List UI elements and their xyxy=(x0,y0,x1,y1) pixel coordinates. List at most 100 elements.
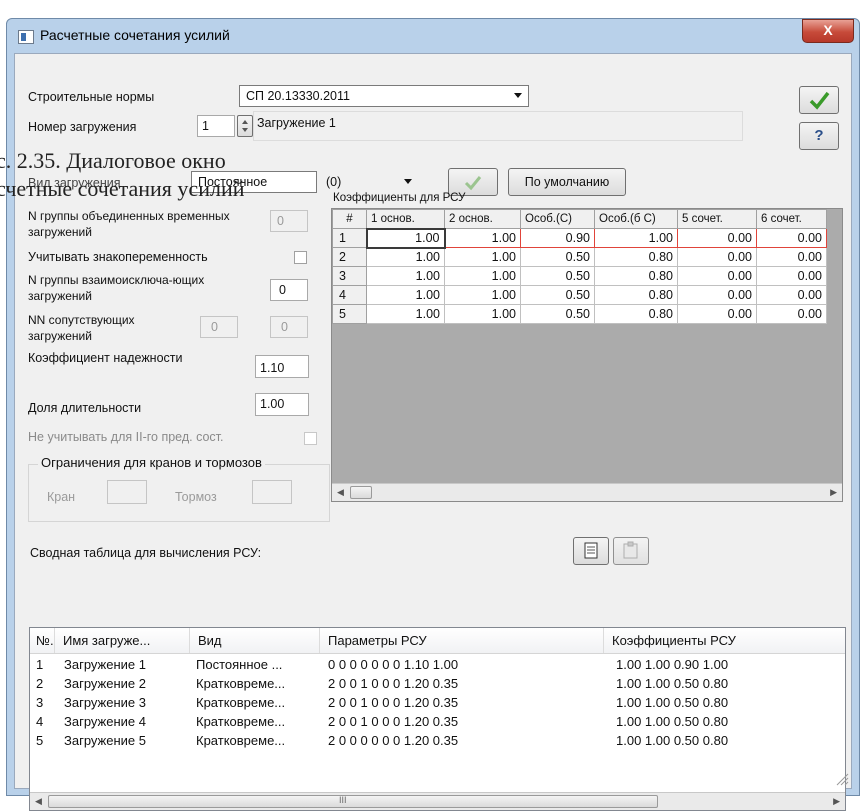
check-icon xyxy=(809,91,830,110)
coef-grid[interactable]: # 1 основ. 2 основ. Особ.(С) Особ.(б С) … xyxy=(331,208,843,502)
coef-cell[interactable]: 0.90 xyxy=(520,228,595,248)
document-icon xyxy=(584,542,598,559)
temp-groups-label: N группы объединенных временных загружен… xyxy=(28,209,230,239)
summary-col-num[interactable]: №. xyxy=(30,628,55,653)
accomp-value-2: 0 xyxy=(281,320,288,334)
scroll-left-icon[interactable]: ◀ xyxy=(337,487,344,498)
coef-cell[interactable]: 0.80 xyxy=(594,304,678,324)
coef-cell[interactable]: 0.00 xyxy=(677,266,757,286)
summary-row[interactable]: 2 Загружение 2 Кратковреме... 2 0 0 1 0 … xyxy=(30,674,845,693)
summary-cell: 2 0 0 1 0 0 0 1.20 0.35 xyxy=(328,714,459,729)
coef-cell[interactable]: 0.50 xyxy=(520,266,595,286)
coef-row-header: 4 xyxy=(332,285,367,305)
load-name-field[interactable] xyxy=(253,111,743,141)
close-button[interactable]: X xyxy=(802,19,854,43)
coef-cell[interactable]: 0.80 xyxy=(594,285,678,305)
load-number-spinner[interactable] xyxy=(237,115,253,137)
coef-cell[interactable]: 1.00 xyxy=(444,304,521,324)
summary-col-name[interactable]: Имя загруже... xyxy=(55,628,190,653)
coef-cell[interactable]: 1.00 xyxy=(366,266,445,286)
summary-cell: 1.00 1.00 0.50 0.80 xyxy=(616,695,729,710)
coef-cell[interactable]: 1.00 xyxy=(444,266,521,286)
load-group-value: (0) xyxy=(326,175,342,189)
coef-cell[interactable]: 0.00 xyxy=(756,247,827,267)
coef-cell[interactable]: 1.00 xyxy=(444,247,521,267)
title-bar[interactable]: Расчетные сочетания усилий X xyxy=(7,19,859,53)
summary-col-type[interactable]: Вид xyxy=(190,628,320,653)
accomp-field-1[interactable]: 0 xyxy=(200,316,238,338)
norms-select[interactable]: СП 20.13330.2011 xyxy=(239,85,529,107)
paste-button[interactable] xyxy=(613,537,649,565)
scroll-right-icon[interactable]: ▶ xyxy=(833,796,840,807)
help-button[interactable]: ? xyxy=(799,122,839,150)
load-number-value: 1 xyxy=(202,119,209,133)
coef-cell[interactable]: 1.00 xyxy=(366,304,445,324)
coef-row[interactable]: 5 1.00 1.00 0.50 0.80 0.00 0.00 xyxy=(332,304,827,324)
ignore-limit-checkbox[interactable] xyxy=(304,432,317,445)
coef-grid-scrollbar[interactable]: ◀ ▶ xyxy=(332,483,842,501)
summary-col-coefs[interactable]: Коэффициенты РСУ xyxy=(604,628,845,653)
summary-cell: 2 0 0 1 0 0 0 1.20 0.35 xyxy=(328,695,459,710)
summary-list[interactable]: №. Имя загруже... Вид Параметры РСУ Коэф… xyxy=(29,627,846,811)
coef-grid-scroll-thumb[interactable] xyxy=(350,486,372,499)
reliability-field[interactable]: 1.10 xyxy=(255,355,309,378)
coef-cell[interactable]: 1.00 xyxy=(366,247,445,267)
coef-cell[interactable]: 0.80 xyxy=(594,247,678,267)
coef-row[interactable]: 4 1.00 1.00 0.50 0.80 0.00 0.00 xyxy=(332,285,827,305)
coef-cell[interactable]: 0.00 xyxy=(677,247,757,267)
coef-row[interactable]: 1 1.00 1.00 0.90 1.00 0.00 0.00 xyxy=(332,227,827,249)
summary-row[interactable]: 5 Загружение 5 Кратковреме... 2 0 0 0 0 … xyxy=(30,731,845,750)
coef-cell[interactable]: 1.00 xyxy=(444,285,521,305)
resize-grip-icon[interactable] xyxy=(835,772,849,786)
default-button[interactable]: По умолчанию xyxy=(508,168,626,196)
coef-cell[interactable]: 0.80 xyxy=(594,266,678,286)
coef-header-cell: Особ.(б С) xyxy=(594,209,678,229)
coef-cell[interactable]: 0.00 xyxy=(756,266,827,286)
summary-scrollbar[interactable]: ◀ III ▶ xyxy=(30,792,845,810)
coef-cell[interactable]: 0.00 xyxy=(677,285,757,305)
summary-row[interactable]: 1 Загружение 1 Постоянное ... 0 0 0 0 0 … xyxy=(30,655,845,674)
summary-cell: 1 xyxy=(36,657,44,672)
mutex-field[interactable]: 0 xyxy=(270,279,308,301)
coef-row-header: 5 xyxy=(332,304,367,324)
coef-cell-selected[interactable]: 1.00 xyxy=(365,227,446,249)
coef-cell[interactable]: 1.00 xyxy=(594,228,678,248)
sign-checkbox[interactable] xyxy=(294,251,307,264)
brake-field[interactable] xyxy=(252,480,292,504)
coef-header-cell: 6 сочет. xyxy=(756,209,827,229)
duration-field[interactable]: 1.00 xyxy=(255,393,309,416)
coef-header-cell: # xyxy=(332,209,367,229)
summary-row[interactable]: 4 Загружение 4 Кратковреме... 2 0 0 1 0 … xyxy=(30,712,845,731)
coef-row[interactable]: 2 1.00 1.00 0.50 0.80 0.00 0.00 xyxy=(332,247,827,267)
summary-cell: 4 xyxy=(36,714,44,729)
scroll-left-icon[interactable]: ◀ xyxy=(35,796,42,807)
coef-row[interactable]: 3 1.00 1.00 0.50 0.80 0.00 0.00 xyxy=(332,266,827,286)
scroll-right-icon[interactable]: ▶ xyxy=(830,487,837,498)
brake-label: Тормоз xyxy=(175,490,217,504)
coef-cell[interactable]: 0.50 xyxy=(520,304,595,324)
summary-cell: Кратковреме... xyxy=(196,714,286,729)
window-icon xyxy=(18,30,34,44)
coef-cell[interactable]: 1.00 xyxy=(366,285,445,305)
coef-cell[interactable]: 0.00 xyxy=(756,228,827,248)
crane-field[interactable] xyxy=(107,480,147,504)
summary-cell: 3 xyxy=(36,695,44,710)
temp-groups-field[interactable]: 0 xyxy=(270,210,308,232)
ok-button[interactable] xyxy=(799,86,839,114)
load-group-select[interactable]: (0) xyxy=(319,171,419,193)
coef-cell[interactable]: 0.50 xyxy=(520,285,595,305)
coef-cell[interactable]: 0.00 xyxy=(756,304,827,324)
coef-cell[interactable]: 0.00 xyxy=(756,285,827,305)
coef-cell[interactable]: 0.00 xyxy=(677,228,757,248)
coef-header-cell: Особ.(С) xyxy=(520,209,595,229)
copy-button[interactable] xyxy=(573,537,609,565)
load-number-field[interactable]: 1 xyxy=(197,115,235,137)
accomp-field-2[interactable]: 0 xyxy=(270,316,308,338)
coef-cell[interactable]: 0.00 xyxy=(677,304,757,324)
coef-cell[interactable]: 0.50 xyxy=(520,247,595,267)
coef-cell[interactable]: 1.00 xyxy=(444,228,521,248)
summary-row[interactable]: 3 Загружение 3 Кратковреме... 2 0 0 1 0 … xyxy=(30,693,845,712)
reliability-label: Коэффициент надежности xyxy=(28,351,183,365)
summary-scroll-thumb[interactable]: III xyxy=(48,795,658,808)
summary-col-params[interactable]: Параметры РСУ xyxy=(320,628,604,653)
